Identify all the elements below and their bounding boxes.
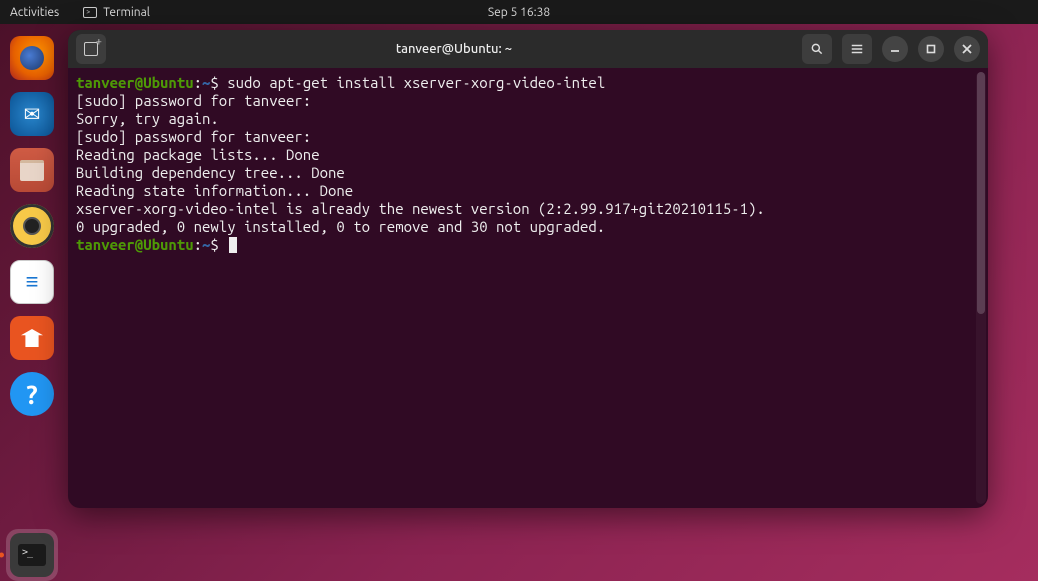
clock[interactable]: Sep 5 16:38 (488, 6, 550, 19)
terminal-icon (83, 7, 97, 18)
active-app-label: Terminal (103, 6, 150, 19)
titlebar: tanveer@Ubuntu: ~ (68, 30, 988, 68)
thunderbird-icon[interactable] (10, 92, 54, 136)
terminal-content[interactable]: tanveer@Ubuntu:~$ sudo apt-get install x… (68, 68, 988, 508)
cursor (229, 237, 237, 253)
menu-button[interactable] (842, 34, 872, 64)
terminal-line: Reading state information... Done (76, 182, 980, 200)
help-icon[interactable] (10, 372, 54, 416)
command-text: sudo apt-get install xserver-xorg-video-… (227, 74, 605, 91)
dock-active-app (6, 529, 58, 581)
firefox-icon[interactable] (10, 36, 54, 80)
dock (0, 24, 64, 581)
new-tab-button[interactable] (76, 34, 106, 64)
hamburger-icon (850, 42, 864, 56)
minimize-button[interactable] (882, 36, 908, 62)
maximize-button[interactable] (918, 36, 944, 62)
terminal-line: Building dependency tree... Done (76, 164, 980, 182)
terminal-dock-icon[interactable] (10, 533, 54, 577)
terminal-line: Reading package lists... Done (76, 146, 980, 164)
files-icon[interactable] (10, 148, 54, 192)
close-icon (962, 44, 972, 54)
scrollbar-thumb[interactable] (977, 72, 985, 314)
terminal-line: xserver-xorg-video-intel is already the … (76, 200, 980, 218)
terminal-line: 0 upgraded, 0 newly installed, 0 to remo… (76, 218, 980, 236)
rhythmbox-icon[interactable] (10, 204, 54, 248)
scrollbar[interactable] (976, 72, 986, 504)
maximize-icon (926, 44, 936, 54)
activities-button[interactable]: Activities (10, 6, 59, 19)
minimize-icon (890, 44, 900, 54)
search-icon (810, 42, 824, 56)
prompt-user-host: tanveer@Ubuntu (76, 74, 194, 91)
libreoffice-writer-icon[interactable] (10, 260, 54, 304)
prompt-sep: : (194, 74, 202, 91)
terminal-line: [sudo] password for tanveer: (76, 92, 980, 110)
terminal-window: tanveer@Ubuntu: ~ tanveer@Ubuntu:~$ sudo… (68, 30, 988, 508)
window-title: tanveer@Ubuntu: ~ (114, 42, 794, 56)
terminal-line: tanveer@Ubuntu:~$ sudo apt-get install x… (76, 74, 980, 92)
ubuntu-software-icon[interactable] (10, 316, 54, 360)
close-button[interactable] (954, 36, 980, 62)
prompt-sep: : (194, 236, 202, 253)
top-bar: Activities Terminal Sep 5 16:38 (0, 0, 1038, 24)
new-tab-icon (84, 42, 98, 56)
terminal-line: [sudo] password for tanveer: (76, 128, 980, 146)
active-app-indicator[interactable]: Terminal (83, 6, 150, 19)
prompt-user-host: tanveer@Ubuntu (76, 236, 194, 253)
search-button[interactable] (802, 34, 832, 64)
terminal-line: tanveer@Ubuntu:~$ (76, 236, 980, 254)
terminal-line: Sorry, try again. (76, 110, 980, 128)
prompt-symbol: $ (210, 74, 227, 91)
prompt-symbol: $ (210, 236, 227, 253)
